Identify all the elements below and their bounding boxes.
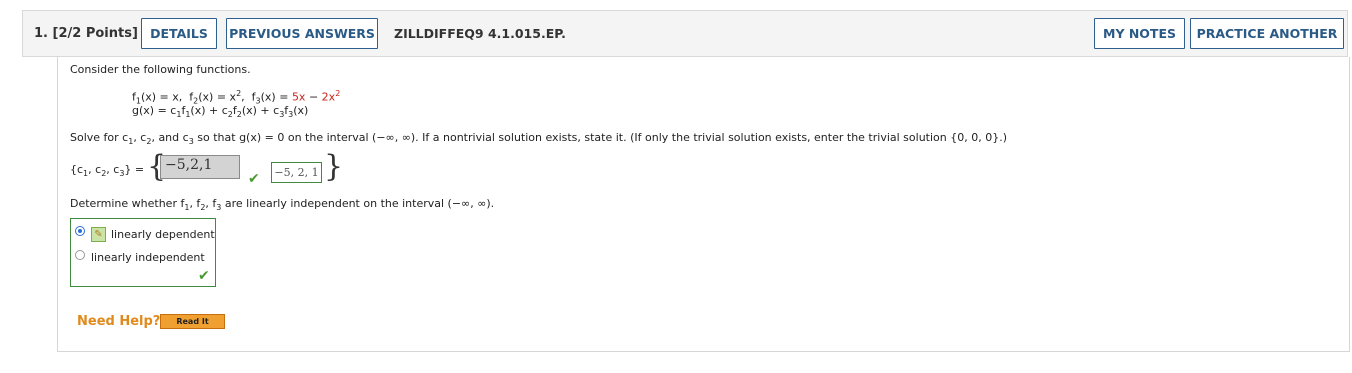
my-notes-button[interactable]: MY NOTES xyxy=(1094,18,1185,49)
question-header: 1. [2/2 Points] DETAILS PREVIOUS ANSWERS… xyxy=(22,10,1348,57)
solve-prompt: Solve for c1, c2, and c3 so that g(x) = … xyxy=(70,131,1008,146)
question-number: 1. [2/2 Points] xyxy=(34,26,138,41)
previous-answers-button[interactable]: PREVIOUS ANSWERS xyxy=(226,18,378,49)
option-linearly-independent[interactable]: linearly independent xyxy=(91,251,205,264)
set-label: {c1, c2, c3} = xyxy=(70,163,145,178)
answer-choices: ✎ linearly dependent linearly independen… xyxy=(70,218,216,287)
details-button[interactable]: DETAILS xyxy=(141,18,217,49)
read-it-button[interactable]: Read It xyxy=(160,314,225,329)
option-linearly-dependent[interactable]: linearly dependent xyxy=(111,228,215,241)
radio-linearly-dependent[interactable] xyxy=(75,226,85,236)
correct-answer-box: −5, 2, 1 xyxy=(271,162,322,183)
question-id: ZILLDIFFEQ9 4.1.015.EP. xyxy=(394,26,566,41)
need-help-label: Need Help? xyxy=(77,314,161,329)
question-panel: Consider the following functions. f1(x) … xyxy=(57,57,1350,352)
correct-check-icon: ✔ xyxy=(248,171,260,187)
radio-linearly-independent[interactable] xyxy=(75,250,85,260)
right-brace: } xyxy=(324,149,344,184)
question-intro: Consider the following functions. xyxy=(70,63,251,76)
answer-input[interactable]: −5,2,1 xyxy=(160,155,240,179)
key-icon[interactable]: ✎ xyxy=(91,227,106,242)
g-definition: g(x) = c1f1(x) + c2f2(x) + c3f3(x) xyxy=(132,104,309,119)
determine-prompt: Determine whether f1, f2, f3 are linearl… xyxy=(70,197,495,212)
practice-another-button[interactable]: PRACTICE ANOTHER xyxy=(1190,18,1344,49)
correct-check-icon: ✔ xyxy=(198,268,210,284)
